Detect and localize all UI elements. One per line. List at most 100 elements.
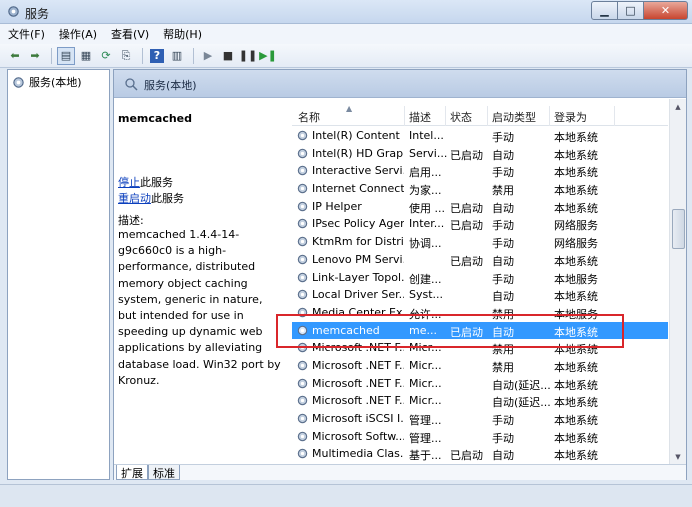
scroll-down-icon[interactable]: ▼ xyxy=(670,449,686,465)
service-row[interactable]: KtmRm for Distri... 协调... 手动 网络服务 xyxy=(292,233,668,251)
start-service-button[interactable]: ▶ xyxy=(199,47,217,65)
service-description-cell: 启用... xyxy=(409,166,442,180)
service-gear-icon xyxy=(297,378,308,388)
forward-icon: ➡ xyxy=(30,49,40,62)
service-name-cell: Local Driver Ser... xyxy=(312,288,404,302)
menu-file[interactable]: 文件(F) xyxy=(8,26,45,42)
search-icon xyxy=(125,78,138,91)
service-logon-cell: 本地系统 xyxy=(554,396,598,410)
service-description-cell: Servi... xyxy=(409,146,447,160)
stop-service-button[interactable]: ■ xyxy=(219,47,237,65)
menu-help[interactable]: 帮助(H) xyxy=(163,26,202,42)
service-row[interactable]: Microsoft .NET F... Micr... 自动(延迟... 本地系统 xyxy=(292,392,668,410)
service-row[interactable]: Microsoft .NET F... Micr... 自动(延迟... 本地系统 xyxy=(292,375,668,393)
service-name-cell: KtmRm for Distri... xyxy=(312,235,404,249)
column-logon-as[interactable]: 登录为 xyxy=(554,109,587,125)
restart-service-button[interactable]: ▶❚ xyxy=(259,47,277,65)
service-name-cell: Microsoft Softw... xyxy=(312,429,404,443)
highlight-annotation xyxy=(276,314,624,348)
service-row[interactable]: Link-Layer Topol... 创建... 手动 本地服务 xyxy=(292,269,668,287)
service-name-cell: Intel(R) Content ... xyxy=(312,129,404,142)
service-logon-cell: 本地系统 xyxy=(554,254,598,268)
tab-extended[interactable]: 扩展 xyxy=(116,465,148,480)
menu-action[interactable]: 操作(A) xyxy=(59,26,97,42)
service-startup-cell: 自动 xyxy=(492,254,514,268)
minimize-button[interactable]: ▁ xyxy=(591,1,618,20)
service-startup-cell: 自动 xyxy=(492,290,514,304)
close-button[interactable]: ✕ xyxy=(644,1,688,20)
stop-action-suffix: 此服务 xyxy=(140,176,173,189)
service-logon-cell: 网络服务 xyxy=(554,237,598,251)
refresh-icon: ⟳ xyxy=(101,49,111,62)
help-icon: ? xyxy=(150,48,164,63)
service-logon-cell: 本地系统 xyxy=(554,414,598,427)
console-tree-button[interactable]: ▤ xyxy=(57,46,75,65)
toolbar-separator xyxy=(142,47,143,64)
column-startup-type[interactable]: 启动类型 xyxy=(492,109,536,125)
service-details-panel: memcached 停止此服务 重启动此服务 描述: memcached 1.4… xyxy=(114,99,284,465)
service-row[interactable]: IP Helper 使用 ... 已启动 自动 本地系统 xyxy=(292,198,668,216)
service-row[interactable]: Intel(R) Content ... Intel... 手动 本地系统 xyxy=(292,127,668,145)
service-row[interactable]: Microsoft iSCSI I... 管理... 手动 本地系统 xyxy=(292,410,668,428)
restart-action: 重启动此服务 xyxy=(118,190,184,206)
help-button[interactable]: ? xyxy=(148,47,166,65)
stop-service-link[interactable]: 停止 xyxy=(118,176,140,189)
service-gear-icon xyxy=(297,272,308,282)
column-divider[interactable] xyxy=(404,106,405,126)
column-description[interactable]: 描述 xyxy=(409,109,431,125)
column-divider[interactable] xyxy=(614,106,615,126)
back-button[interactable]: ⬅ xyxy=(6,47,24,65)
toolbar: ⬅ ➡ ▤ ▦ ⟳ ⎘ ? ▥ ▶ ■ ❚❚ ▶❚ xyxy=(0,44,692,68)
service-row[interactable]: Microsoft Softw... 管理... 手动 本地系统 xyxy=(292,428,668,446)
service-status-cell: 已启动 xyxy=(450,201,483,215)
scroll-up-icon[interactable]: ▲ xyxy=(670,99,686,115)
service-row[interactable]: Multimedia Clas... 基于... 已启动 自动 本地系统 xyxy=(292,445,668,463)
start-service-icon: ▶ xyxy=(203,49,213,62)
service-row[interactable]: Lenovo PM Servi... 已启动 自动 本地系统 xyxy=(292,251,668,269)
tree-item-services-local[interactable]: 服务(本地) xyxy=(12,74,82,90)
export-button[interactable]: ⎘ xyxy=(117,47,135,65)
description-label: 描述: xyxy=(118,214,144,227)
restart-service-link[interactable]: 重启动 xyxy=(118,192,151,205)
service-startup-cell: 手动 xyxy=(492,166,514,180)
column-status[interactable]: 状态 xyxy=(450,109,472,125)
services-rows: Intel(R) Content ... Intel... 手动 本地系统 Intel(… xyxy=(292,127,668,463)
service-row[interactable]: Intel(R) HD Grap... Servi... 已启动 自动 本地系统 xyxy=(292,145,668,163)
export-icon: ⎘ xyxy=(121,48,131,62)
description-text: memcached 1.4.4-14-g9c660c0 is a high-pe… xyxy=(118,228,281,387)
service-row[interactable]: IPsec Policy Agent Inter... 已启动 手动 网络服务 xyxy=(292,215,668,233)
service-name-cell: Intel(R) HD Grap... xyxy=(312,146,404,160)
service-row[interactable]: Local Driver Ser... Syst... 自动 本地系统 xyxy=(292,286,668,304)
service-startup-cell: 手动 xyxy=(492,219,514,233)
menu-view[interactable]: 查看(V) xyxy=(111,26,149,42)
maximize-button[interactable]: □ xyxy=(618,1,644,20)
service-row[interactable]: Internet Connect... 为家... 禁用 本地系统 xyxy=(292,180,668,198)
properties-button[interactable]: ▦ xyxy=(77,47,95,65)
service-startup-cell: 手动 xyxy=(492,237,514,251)
service-row[interactable]: Interactive Servi... 启用... 手动 本地系统 xyxy=(292,162,668,180)
toolbar-separator xyxy=(51,47,52,64)
service-startup-cell: 自动 xyxy=(492,201,514,215)
service-row[interactable]: Microsoft .NET F... Micr... 禁用 本地系统 xyxy=(292,357,668,375)
service-status-cell: 已启动 xyxy=(450,254,483,268)
column-header-row: 名称 ▲ 描述 状态 启动类型 登录为 xyxy=(292,106,668,126)
pane-title: 服务(本地) xyxy=(144,79,197,92)
action-pane-button[interactable]: ▥ xyxy=(168,47,186,65)
forward-button[interactable]: ➡ xyxy=(26,47,44,65)
service-description-cell: 创建... xyxy=(409,272,442,286)
service-startup-cell: 手动 xyxy=(492,272,514,286)
service-description-cell: 协调... xyxy=(409,237,442,251)
column-divider[interactable] xyxy=(487,106,488,126)
vertical-scrollbar[interactable]: ▲ ▼ xyxy=(669,99,686,465)
refresh-button[interactable]: ⟳ xyxy=(97,47,115,65)
column-divider[interactable] xyxy=(549,106,550,126)
column-divider[interactable] xyxy=(445,106,446,126)
column-name[interactable]: 名称 xyxy=(298,109,320,125)
pause-service-button[interactable]: ❚❚ xyxy=(239,47,257,65)
service-description-cell: 基于... xyxy=(409,449,442,463)
service-logon-cell: 本地系统 xyxy=(554,449,598,463)
service-logon-cell: 网络服务 xyxy=(554,219,598,233)
tab-standard[interactable]: 标准 xyxy=(148,465,180,480)
scroll-thumb[interactable] xyxy=(672,209,685,249)
service-status-cell: 已启动 xyxy=(450,148,483,162)
